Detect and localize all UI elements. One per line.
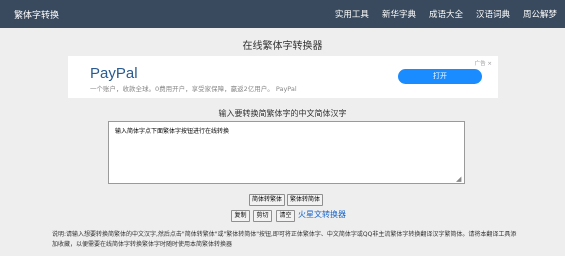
input-prompt: 输入要转换简繁体字的中文简体汉字 [218,109,347,118]
nav-item-dream-interpretation[interactable]: 周公解梦 [523,8,557,20]
help-text: 说明:请输入想要转换简繁体的中文汉字,然后点击"简体转繁体"或"繁体转简体"按钮… [52,231,517,248]
main-nav: 实用工具 新华字典 成语大全 汉语词典 周公解梦 [335,8,557,20]
ad-brand-name: PayPal [90,65,138,82]
resize-handle-icon[interactable]: ◢ [456,175,464,183]
cut-button[interactable]: 剪切 [253,210,272,222]
traditional-to-simplified-button[interactable]: 繁体转简体 [287,194,323,206]
simplified-to-traditional-button[interactable]: 简体转繁体 [249,194,285,206]
nav-item-idioms[interactable]: 成语大全 [429,8,463,20]
nav-item-tools[interactable]: 实用工具 [335,8,369,20]
mars-text-converter-link[interactable]: 火星文转换器 [298,209,346,220]
copy-button[interactable]: 复制 [231,210,250,222]
ad-description: 一个账户，收款全球。0费用开户，享受家保障，赢返2亿用户。 PayPal [90,85,297,93]
page-title: 在线繁体字转换器 [242,41,323,52]
advertisement-banner[interactable]: PayPal 一个账户，收款全球。0费用开户，享受家保障，赢返2亿用户。 Pay… [68,56,498,98]
text-input-area[interactable]: 输入简体字点下面繁体字按钮进行在线转换 [108,121,465,184]
nav-item-dictionary[interactable]: 新华字典 [382,8,416,20]
ad-open-button[interactable]: 打开 [398,69,482,84]
ad-close-tag[interactable]: 广告 × [475,59,492,67]
top-navigation-bar: 繁体字转换 实用工具 新华字典 成语大全 汉语词典 周公解梦 [0,0,565,28]
site-brand[interactable]: 繁体字转换 [14,8,59,21]
clear-button[interactable]: 清空 [276,210,295,222]
nav-item-word-dictionary[interactable]: 汉语词典 [476,8,510,20]
